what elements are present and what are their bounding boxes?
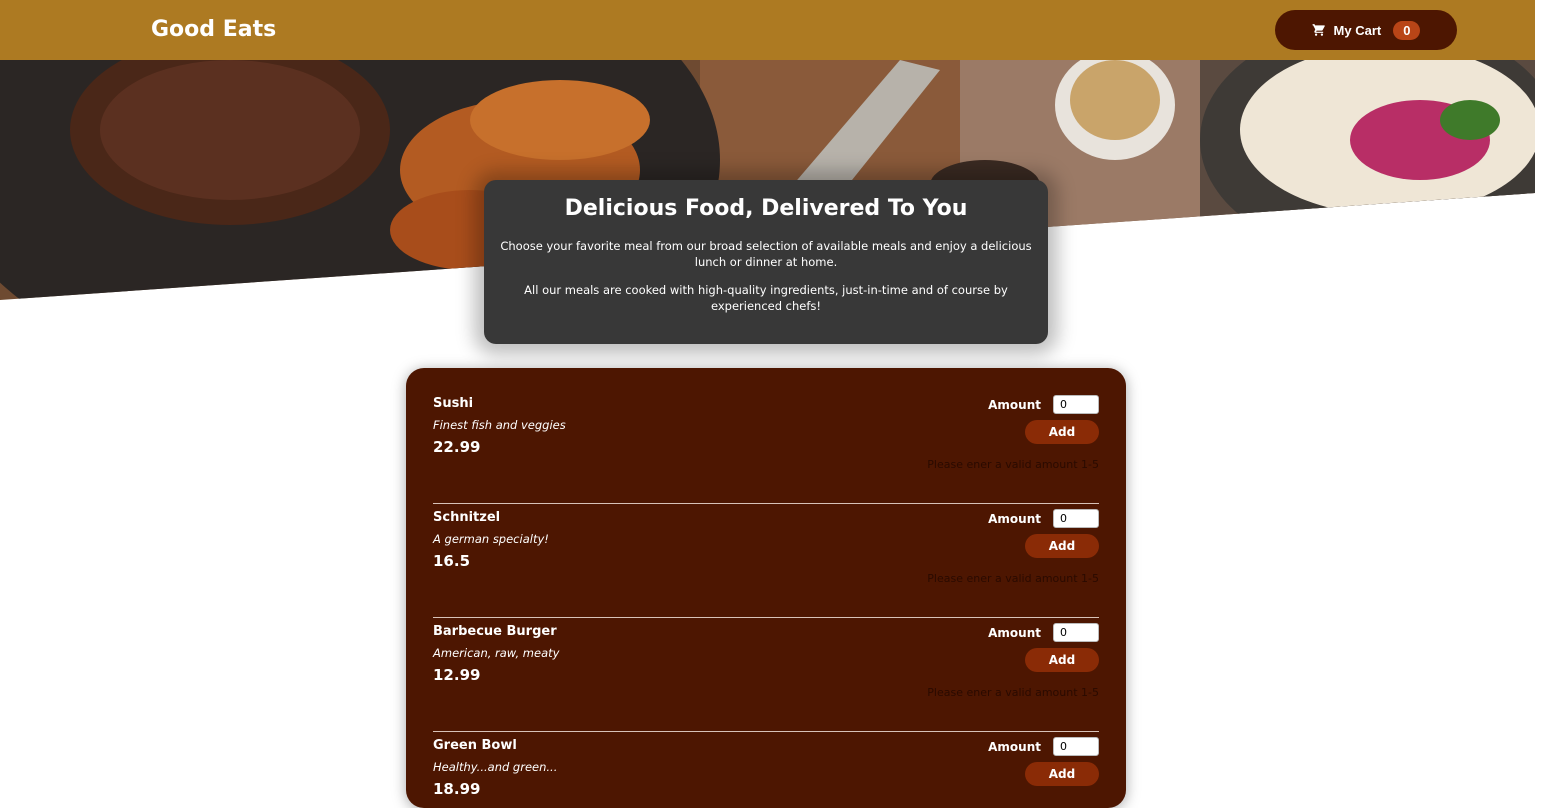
add-button[interactable]: Add	[1025, 648, 1099, 672]
meal-name: Sushi	[433, 396, 474, 411]
summary-title: Delicious Food, Delivered To You	[564, 196, 968, 221]
meal-description: Finest fish and veggies	[433, 418, 566, 432]
meal-price: 16.5	[433, 552, 471, 570]
meal-price: 18.99	[433, 780, 481, 798]
amount-label: Amount	[988, 740, 1041, 754]
app-header: Good Eats My Cart 0	[0, 0, 1535, 60]
amount-label: Amount	[988, 398, 1041, 412]
amount-error-message: Please ener a valid amount 1-5	[927, 572, 1099, 585]
add-button[interactable]: Add	[1025, 534, 1099, 558]
amount-input[interactable]	[1053, 509, 1099, 528]
meal-item: Sushi Finest fish and veggies 22.99 Amou…	[433, 390, 1099, 504]
meals-list: Sushi Finest fish and veggies 22.99 Amou…	[406, 368, 1126, 808]
meal-item: Green Bowl Healthy...and green... 18.99 …	[433, 732, 1099, 808]
amount-input[interactable]	[1053, 737, 1099, 756]
add-button[interactable]: Add	[1025, 762, 1099, 786]
summary-card: Delicious Food, Delivered To You Choose …	[484, 180, 1048, 344]
meal-item: Barbecue Burger American, raw, meaty 12.…	[433, 618, 1099, 732]
meal-price: 22.99	[433, 438, 481, 456]
amount-input[interactable]	[1053, 623, 1099, 642]
meal-item: Schnitzel A german specialty! 16.5 Amoun…	[433, 504, 1099, 618]
amount-label: Amount	[988, 512, 1041, 526]
shopping-cart-icon	[1312, 23, 1326, 37]
meal-name: Green Bowl	[433, 738, 517, 753]
meal-description: A german specialty!	[433, 532, 549, 546]
amount-input[interactable]	[1053, 395, 1099, 414]
cart-button[interactable]: My Cart 0	[1275, 10, 1457, 50]
brand-title: Good Eats	[151, 17, 277, 42]
meal-name: Schnitzel	[433, 510, 501, 525]
cart-label: My Cart	[1333, 22, 1382, 38]
meal-description: American, raw, meaty	[433, 646, 560, 660]
summary-paragraph: Choose your favorite meal from our broad…	[500, 239, 1032, 269]
add-button[interactable]: Add	[1025, 420, 1099, 444]
amount-error-message: Please ener a valid amount 1-5	[927, 686, 1099, 699]
meal-name: Barbecue Burger	[433, 624, 557, 639]
cart-count-badge: 0	[1393, 20, 1421, 40]
meal-price: 12.99	[433, 666, 481, 684]
amount-label: Amount	[988, 626, 1041, 640]
meal-description: Healthy...and green...	[433, 760, 558, 774]
amount-error-message: Please ener a valid amount 1-5	[927, 458, 1099, 471]
summary-paragraph: All our meals are cooked with high-quali…	[524, 283, 1008, 313]
